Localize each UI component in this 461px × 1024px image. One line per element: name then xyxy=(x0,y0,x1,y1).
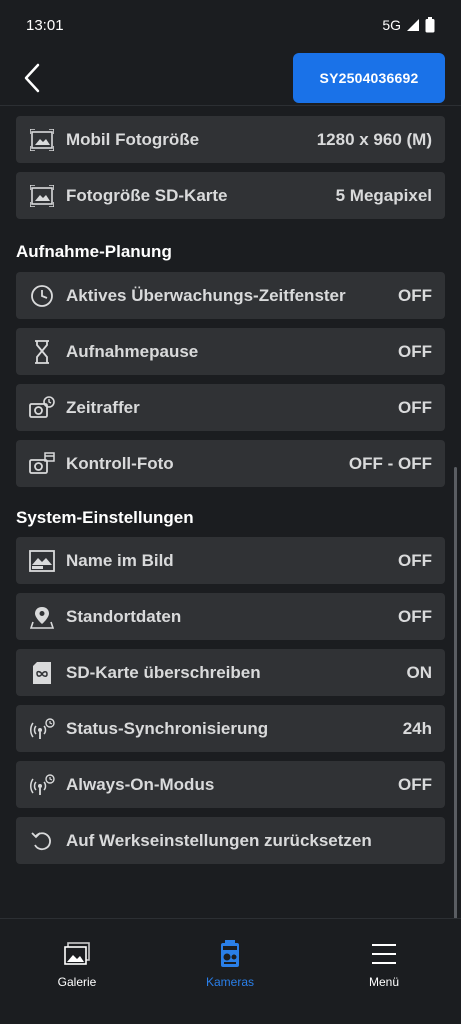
setting-label: Always-On-Modus xyxy=(66,774,215,794)
setting-label: SD-Karte überschreiben xyxy=(66,662,261,682)
setting-label: Kontroll-Foto xyxy=(66,453,174,473)
section-title-system: System-Einstellungen xyxy=(16,508,194,527)
setting-label: Aufnahmepause xyxy=(66,341,199,361)
gallery-icon xyxy=(27,937,127,971)
setting-label: Fotogröße SD-Karte xyxy=(66,185,228,205)
setting-value: OFF xyxy=(398,397,432,417)
setting-row-control-photo[interactable]: Kontroll-Foto OFF - OFF xyxy=(16,440,445,487)
setting-value: OFF xyxy=(398,606,432,626)
nav-label: Galerie xyxy=(57,975,97,989)
setting-row-factory-reset[interactable]: Auf Werkseinstellungen zurücksetzen xyxy=(16,817,445,864)
setting-value: OFF xyxy=(398,341,432,361)
sync-antenna-icon xyxy=(29,772,55,798)
setting-row-sd-overwrite[interactable]: SD-Karte überschreiben ON xyxy=(16,649,445,696)
setting-row-timelapse[interactable]: Zeitraffer OFF xyxy=(16,384,445,431)
settings-list[interactable]: Mobil Fotogröße 1280 x 960 (M) Fotogröße… xyxy=(0,107,461,918)
nav-item-gallery[interactable]: Galerie xyxy=(27,937,127,989)
setting-label: Standortdaten xyxy=(66,606,182,626)
nav-label: Menü xyxy=(368,975,400,989)
status-time: 13:01 xyxy=(26,16,64,34)
setting-value: ON xyxy=(406,662,433,682)
chevron-left-icon xyxy=(24,63,40,93)
setting-label: Mobil Fotogröße xyxy=(66,129,200,149)
setting-row-monitoring-window[interactable]: Aktives Überwachungs-Zeitfenster OFF xyxy=(16,272,445,319)
setting-row-capture-pause[interactable]: Aufnahmepause OFF xyxy=(16,328,445,375)
signal-icon xyxy=(407,19,419,31)
scheduled-camera-icon xyxy=(29,451,55,477)
bottom-navigation: Galerie Kameras Menü xyxy=(0,918,461,1024)
photo-size-icon xyxy=(29,127,55,153)
hourglass-icon xyxy=(29,339,55,365)
app-header: SY2504036692 xyxy=(0,50,461,106)
setting-row-location-data[interactable]: Standortdaten OFF xyxy=(16,593,445,640)
sd-card-loop-icon xyxy=(29,660,55,686)
reset-icon xyxy=(29,828,55,854)
scrollbar[interactable] xyxy=(454,467,457,918)
network-label: 5G xyxy=(382,17,401,33)
timelapse-camera-icon xyxy=(29,395,55,421)
setting-label: Status-Synchronisierung xyxy=(66,718,269,738)
setting-value: 1280 x 960 (M) xyxy=(316,129,432,149)
setting-value: OFF xyxy=(398,285,432,305)
photo-size-icon xyxy=(29,183,55,209)
device-id-button[interactable]: SY2504036692 xyxy=(293,53,445,103)
battery-icon xyxy=(425,17,435,33)
menu-icon xyxy=(334,937,434,971)
clock-icon xyxy=(29,283,55,309)
nav-item-cameras[interactable]: Kameras xyxy=(180,937,280,989)
nav-item-menu[interactable]: Menü xyxy=(334,937,434,989)
setting-row-always-on[interactable]: Always-On-Modus OFF xyxy=(16,761,445,808)
setting-label: Auf Werkseinstellungen zurücksetzen xyxy=(66,830,372,850)
setting-row-sd-photo-size[interactable]: Fotogröße SD-Karte 5 Megapixel xyxy=(16,172,445,219)
setting-row-status-sync[interactable]: Status-Synchronisierung 24h xyxy=(16,705,445,752)
setting-label: Aktives Überwachungs-Zeitfenster xyxy=(66,285,346,305)
setting-label: Name im Bild xyxy=(66,550,174,570)
setting-value: 5 Megapixel xyxy=(335,185,432,205)
setting-value: 24h xyxy=(402,718,432,738)
name-in-image-icon xyxy=(29,548,55,574)
status-bar: 13:01 5G xyxy=(0,0,461,50)
setting-label: Zeitraffer xyxy=(66,397,140,417)
back-button[interactable] xyxy=(14,58,50,98)
setting-row-mobile-photo-size[interactable]: Mobil Fotogröße 1280 x 960 (M) xyxy=(16,116,445,163)
setting-value: OFF - OFF xyxy=(348,453,432,473)
sync-antenna-icon xyxy=(29,716,55,742)
camera-trap-icon xyxy=(180,937,280,971)
nav-label: Kameras xyxy=(205,975,255,989)
section-title-planning: Aufnahme-Planung xyxy=(16,242,172,261)
location-pin-icon xyxy=(29,604,55,630)
setting-value: OFF xyxy=(398,774,432,794)
setting-value: OFF xyxy=(398,550,432,570)
setting-row-name-in-image[interactable]: Name im Bild OFF xyxy=(16,537,445,584)
